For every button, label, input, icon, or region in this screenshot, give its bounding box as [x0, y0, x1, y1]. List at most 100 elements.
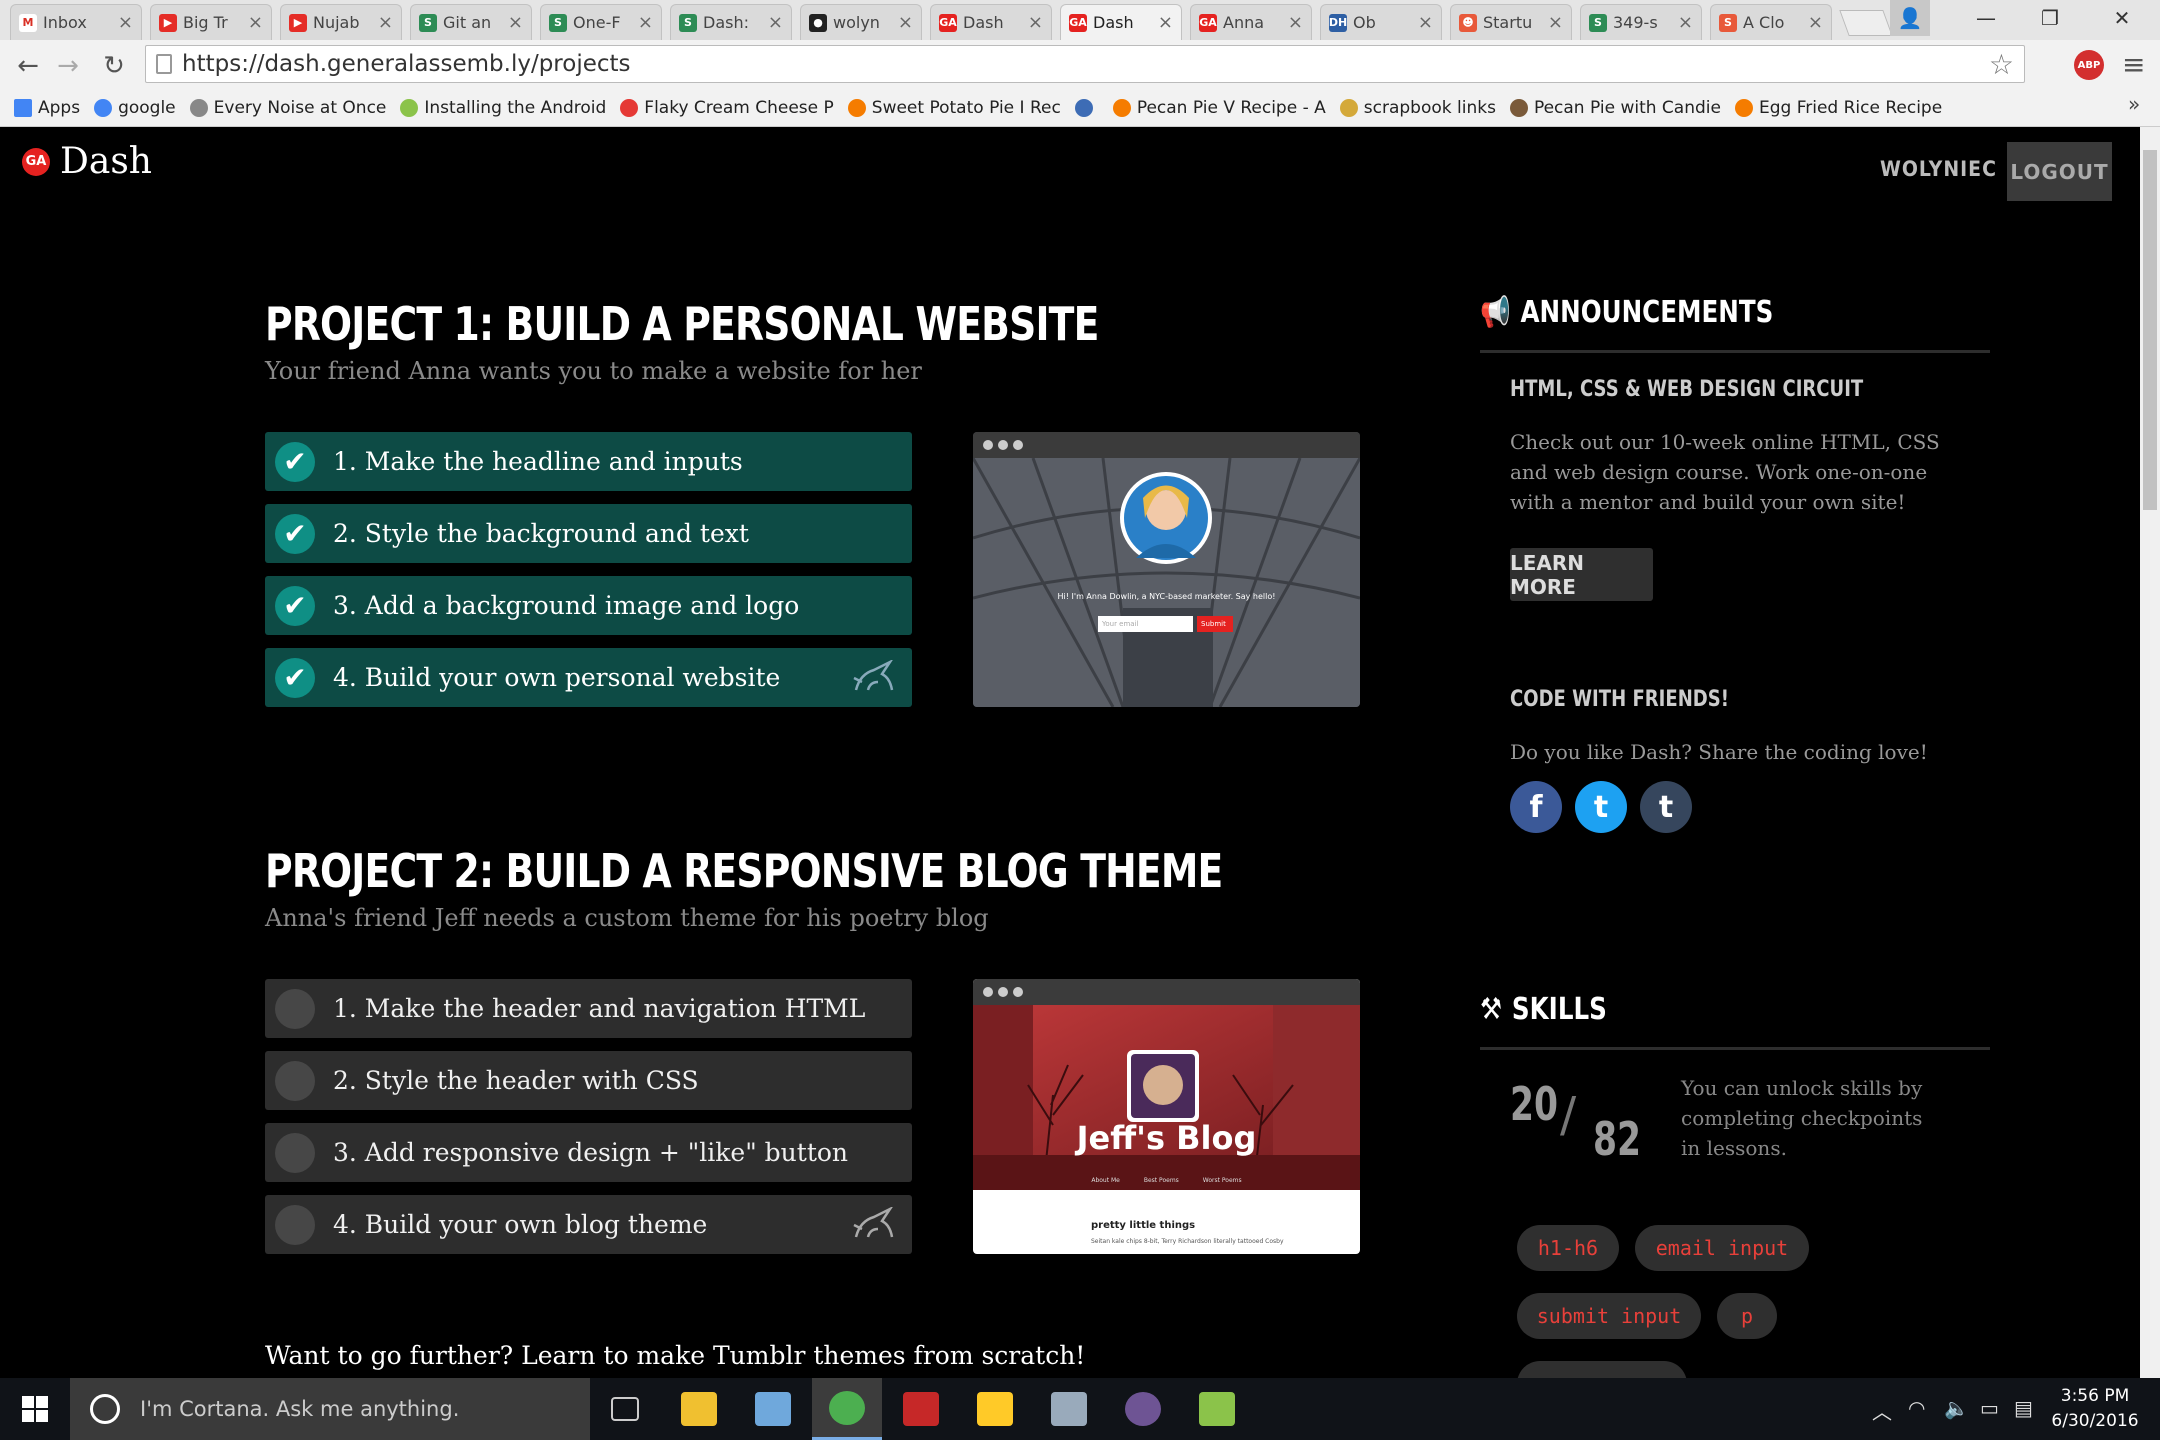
browser-tab[interactable]: ☻ Startu ×	[1450, 4, 1572, 40]
file-explorer-taskbar-icon[interactable]	[664, 1378, 734, 1440]
bookmark-item[interactable]: Every Noise at Once	[189, 98, 386, 118]
browser-tab[interactable]: DH Ob ×	[1320, 4, 1442, 40]
project-step[interactable]: ✔ 2. Style the background and text	[265, 504, 912, 563]
bookmark-item[interactable]: Egg Fried Rice Recipe	[1734, 98, 1942, 118]
browser-tab[interactable]: S Dash: ×	[670, 4, 792, 40]
step-label: 4. Build your own personal website	[333, 663, 781, 692]
back-icon[interactable]: ←	[12, 50, 44, 82]
minimize-button[interactable]: —	[1954, 0, 2018, 36]
browser-tab[interactable]: S 349-s ×	[1580, 4, 1702, 40]
bookmark-item[interactable]: Apps	[14, 98, 80, 118]
tab-close-icon[interactable]: ×	[1418, 12, 1433, 33]
new-tab-button[interactable]	[1839, 10, 1893, 36]
tumblr-share-icon[interactable]: t	[1640, 781, 1692, 833]
browser-tab[interactable]: ▶ Big Tr ×	[150, 4, 272, 40]
menu-icon[interactable]: ≡	[2122, 48, 2145, 81]
skill-tag[interactable]: email input	[1635, 1225, 1809, 1271]
reload-icon[interactable]: ↻	[98, 50, 130, 82]
bookmark-item[interactable]: google	[94, 98, 176, 118]
learn-more-button[interactable]: LEARN MORE	[1510, 548, 1653, 601]
profile-icon[interactable]: 👤	[1890, 0, 1930, 36]
tab-close-icon[interactable]: ×	[508, 12, 523, 33]
app-glyph	[755, 1392, 791, 1426]
scrollbar-thumb[interactable]	[2143, 150, 2157, 510]
project-step[interactable]: ✔ 4. Build your own personal website	[265, 648, 912, 707]
bookmark-item[interactable]: Pecan Pie V Recipe - A	[1112, 98, 1326, 118]
volume-icon[interactable]: 🔈	[1944, 1396, 1969, 1420]
announcements-divider	[1480, 350, 1990, 353]
tab-close-icon[interactable]: ×	[768, 12, 783, 33]
skill-tag[interactable]: h1-h6	[1517, 1225, 1619, 1271]
tab-close-icon[interactable]: ×	[378, 12, 393, 33]
tab-close-icon[interactable]: ×	[1028, 12, 1043, 33]
facebook-share-icon[interactable]: f	[1510, 781, 1562, 833]
app-glyph	[1125, 1392, 1161, 1426]
start-button[interactable]	[0, 1378, 70, 1440]
skill-tag[interactable]: submit input	[1517, 1293, 1701, 1339]
bookmark-item[interactable]: Flaky Cream Cheese P	[620, 98, 834, 118]
flash-taskbar-icon[interactable]	[886, 1378, 956, 1440]
tab-close-icon[interactable]: ×	[1678, 12, 1693, 33]
app-green-taskbar-icon[interactable]	[1182, 1378, 1252, 1440]
tab-close-icon[interactable]: ×	[248, 12, 263, 33]
tab-close-icon[interactable]: ×	[118, 12, 133, 33]
battery-icon[interactable]: ▭	[1980, 1396, 1999, 1420]
browser-tab[interactable]: GA Dash ×	[1060, 4, 1182, 40]
browser-tab[interactable]: GA Anna ×	[1190, 4, 1312, 40]
show-hidden-icons[interactable]: ︿	[1872, 1396, 1892, 1425]
github-taskbar-icon[interactable]	[1108, 1378, 1178, 1440]
project-1-preview[interactable]: Hi! I'm Anna Dowlin, a NYC-based markete…	[973, 432, 1360, 707]
browser-tab[interactable]: S Git an ×	[410, 4, 532, 40]
logout-button[interactable]: LOGOUT	[2007, 142, 2112, 201]
tab-close-icon[interactable]: ×	[1158, 12, 1173, 33]
skill-tag[interactable]: p	[1717, 1293, 1777, 1339]
further-text[interactable]: Want to go further? Learn to make Tumblr…	[265, 1341, 1085, 1370]
star-icon[interactable]: ☆	[1989, 48, 2014, 81]
app-yellow-taskbar-icon[interactable]	[960, 1378, 1030, 1440]
tab-close-icon[interactable]: ×	[1548, 12, 1563, 33]
tab-close-icon[interactable]: ×	[638, 12, 653, 33]
tab-close-icon[interactable]: ×	[1808, 12, 1823, 33]
notifications-icon[interactable]: ▤	[2014, 1396, 2033, 1420]
browser-tab[interactable]: S One-F ×	[540, 4, 662, 40]
forward-icon[interactable]: →	[52, 50, 84, 82]
bookmark-item[interactable]: Pecan Pie with Candie	[1509, 98, 1721, 118]
project-step[interactable]: ✔ 1. Make the headline and inputs	[265, 432, 912, 491]
preview-caption: Hi! I'm Anna Dowlin, a NYC-based markete…	[1057, 592, 1276, 601]
bookmark-item[interactable]	[1074, 98, 1099, 117]
tab-close-icon[interactable]: ×	[898, 12, 913, 33]
wifi-icon[interactable]: ◠	[1908, 1396, 1925, 1420]
chrome-taskbar-icon[interactable]	[812, 1378, 882, 1440]
app-window-taskbar-icon[interactable]	[1034, 1378, 1104, 1440]
browser-tab[interactable]: M Inbox ×	[10, 4, 142, 40]
project-2-preview[interactable]: Jeff's Blog About Me Best Poems Worst Po…	[973, 979, 1360, 1254]
cortana-search[interactable]: I'm Cortana. Ask me anything.	[70, 1378, 590, 1440]
twitter-share-icon[interactable]: t	[1575, 781, 1627, 833]
browser-tab[interactable]: ▶ Nujab ×	[280, 4, 402, 40]
project-step[interactable]: ✔ 3. Add a background image and logo	[265, 576, 912, 635]
skills-divider	[1480, 1047, 1990, 1050]
restore-button[interactable]: ❐	[2018, 0, 2082, 36]
close-window-button[interactable]: ✕	[2090, 0, 2154, 36]
clock[interactable]: 3:56 PM 6/30/2016	[2040, 1384, 2150, 1434]
paint-taskbar-icon[interactable]	[738, 1378, 808, 1440]
browser-tab[interactable]: S A Clo ×	[1710, 4, 1832, 40]
adblock-icon[interactable]: ABP	[2074, 50, 2104, 80]
bookmark-item[interactable]: Sweet Potato Pie I Rec	[847, 98, 1061, 118]
browser-tab[interactable]: GA Dash ×	[930, 4, 1052, 40]
tab-close-icon[interactable]: ×	[1288, 12, 1303, 33]
project-step[interactable]: 3. Add responsive design + "like" button	[265, 1123, 912, 1182]
bookmark-item[interactable]: Installing the Android	[400, 98, 606, 118]
username-link[interactable]: WOLYNIEC	[1880, 157, 1997, 181]
skill-tag-partial[interactable]	[1517, 1361, 1687, 1378]
address-bar[interactable]: https://dash.generalassemb.ly/projects ☆	[145, 45, 2025, 83]
dash-logo[interactable]: GA Dash	[22, 141, 152, 182]
project-step[interactable]: 1. Make the header and navigation HTML	[265, 979, 912, 1038]
more-bookmarks-icon[interactable]: »	[2128, 92, 2140, 116]
project-step[interactable]: 2. Style the header with CSS	[265, 1051, 912, 1110]
bookmark-item[interactable]: scrapbook links	[1339, 98, 1496, 118]
project-step[interactable]: 4. Build your own blog theme	[265, 1195, 912, 1254]
task-view-taskbar-icon[interactable]	[590, 1378, 660, 1440]
project-1-title: PROJECT 1: BUILD A PERSONAL WEBSITE	[265, 297, 1099, 351]
browser-tab[interactable]: ● wolyn ×	[800, 4, 922, 40]
